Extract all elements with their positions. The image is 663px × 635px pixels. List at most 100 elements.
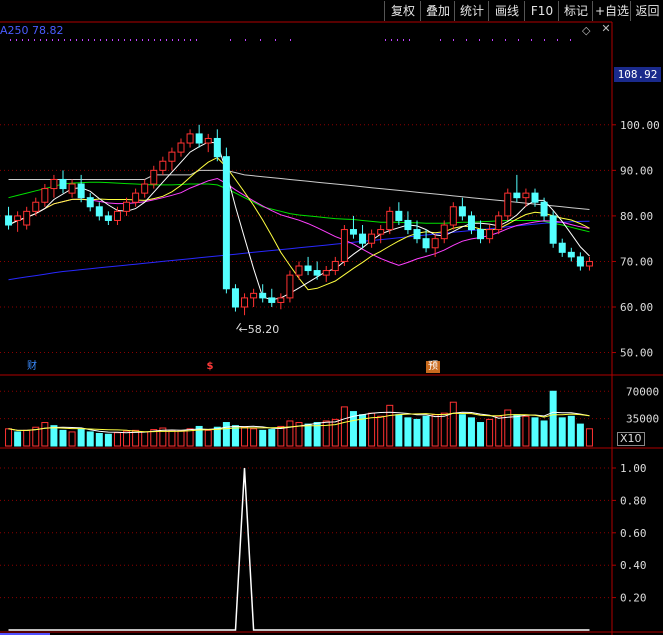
osc-tick-label: 0.40 [620, 559, 647, 572]
candle-up [150, 169, 158, 185]
candle-up [168, 151, 176, 162]
candle-up [23, 210, 31, 226]
forecast-event-marker[interactable]: 预 [426, 361, 440, 373]
ma250-value: 78.82 [32, 24, 64, 37]
candle-down [395, 210, 403, 221]
candle-up [495, 215, 503, 231]
candle-up [177, 142, 185, 153]
volume-bar-up [177, 430, 185, 447]
candle-down [349, 229, 357, 235]
ma250-readout: A250 78.82 [0, 24, 64, 37]
candle-up [277, 297, 285, 303]
volume-bar-down [467, 417, 475, 447]
volume-bar-up [141, 431, 149, 447]
current-price-badge: 108.92 [614, 67, 661, 82]
volume-bar-down [513, 414, 521, 447]
candle-up [486, 229, 494, 240]
diamond-icon[interactable]: ◇ [582, 24, 590, 37]
candle-down [86, 197, 94, 208]
volume-bar-down [104, 433, 112, 447]
candle-up [50, 178, 58, 190]
candle-up [377, 229, 385, 235]
candle-up [159, 160, 167, 171]
volume-bar-up [386, 404, 394, 447]
candle-down [513, 192, 521, 199]
volume-multiplier: X10 [617, 432, 645, 446]
candle-up [368, 233, 376, 244]
price-tick-label: 90.00 [620, 164, 653, 177]
volume-bar-down [404, 417, 412, 447]
candle-down [467, 215, 475, 231]
price-tick-label: 50.00 [620, 347, 653, 360]
candle-up [132, 192, 140, 203]
volume-bar-down [222, 422, 230, 447]
candle-down [549, 215, 557, 244]
candle-down [540, 201, 548, 217]
volume-bar-down [531, 417, 539, 447]
volume-bar-up [495, 415, 503, 447]
volume-bar-up [286, 420, 294, 447]
candle-up [322, 270, 330, 276]
volume-bar-down [477, 422, 485, 447]
candle-up [431, 238, 439, 249]
volume-tick-label: 70000 [626, 385, 659, 398]
candle-down [477, 229, 485, 240]
candle-down [313, 270, 321, 276]
candle-down [304, 265, 312, 272]
price-tick-label: 60.00 [620, 301, 653, 314]
volume-bar-down [231, 425, 239, 447]
candle-down [195, 133, 203, 144]
price-tick-label: 100.00 [620, 119, 660, 132]
volume-bar-up [486, 418, 494, 447]
volume-bar-down [95, 432, 103, 447]
volume-bar-up [113, 432, 121, 447]
volume-bar-up [277, 425, 285, 447]
volume-bar-down [59, 429, 67, 447]
candle-up [241, 297, 249, 308]
candle-down [77, 183, 85, 199]
candle-up [186, 133, 194, 144]
volume-bar-up [431, 414, 439, 447]
osc-tick-label: 0.20 [620, 592, 647, 605]
candle-down [576, 256, 584, 267]
volume-bar-down [458, 414, 466, 447]
candle-up [250, 292, 258, 299]
kline-chart[interactable]: 100.00 90.00 80.00 70.00 60.00 50.00 ←58.20 700… [0, 0, 663, 635]
candle-up [68, 183, 76, 194]
candle-up [522, 192, 530, 199]
close-icon[interactable]: ✕ [600, 23, 612, 35]
volume-bar-up [41, 422, 49, 447]
volume-bar-up [23, 429, 31, 447]
candle-down [59, 178, 67, 190]
candle-down [268, 297, 276, 303]
dividend-event-marker[interactable]: $ [205, 361, 215, 373]
volume-bar-down [268, 429, 276, 447]
volume-bar-down [558, 417, 566, 447]
volume-bar-down [86, 431, 94, 447]
candle-up [41, 188, 49, 203]
volume-bar-up [331, 418, 339, 447]
candle-down [259, 292, 267, 299]
candle-up [113, 210, 121, 221]
candle-up [286, 274, 294, 299]
finance-event-marker[interactable]: 财 [24, 361, 40, 373]
volume-bar-up [449, 401, 457, 447]
candle-down [213, 137, 221, 158]
osc-tick-label: 0.60 [620, 527, 647, 540]
volume-bar-down [567, 415, 575, 447]
candle-down [567, 251, 575, 258]
volume-bar-up [522, 415, 530, 447]
candle-up [123, 201, 131, 212]
osc-tick-label: 0.80 [620, 494, 647, 507]
volume-bar-up [204, 429, 212, 447]
volume-bar-down [259, 429, 267, 447]
candle-up [585, 260, 593, 267]
candle-down [95, 206, 103, 217]
min-price-label: ←58.20 [239, 323, 280, 336]
volume-bar-down [304, 423, 312, 447]
volume-bar-up [5, 428, 13, 447]
volume-bar-down [14, 431, 22, 447]
candle-up [204, 137, 212, 144]
volume-bar-down [540, 420, 548, 447]
osc-signal-line [8, 467, 590, 631]
